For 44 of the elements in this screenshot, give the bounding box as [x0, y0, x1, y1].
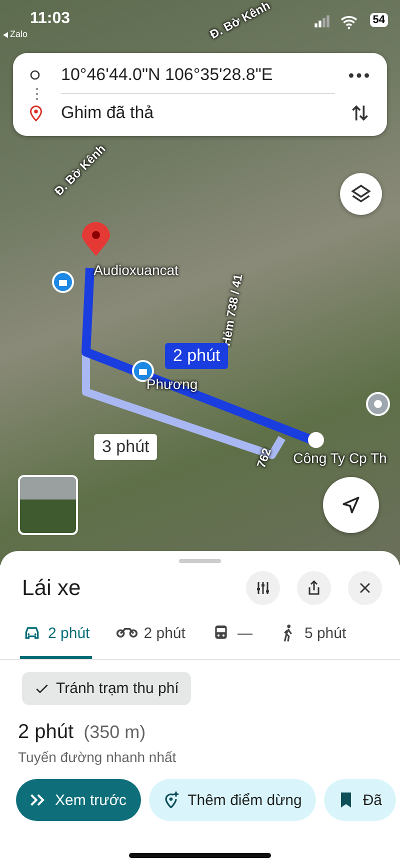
street-view-photo-placeholder[interactable] — [18, 475, 78, 535]
travel-mode-tab[interactable]: 5 phút — [276, 623, 348, 659]
action-button[interactable]: Đã — [324, 779, 396, 821]
travel-mode-tab[interactable]: 2 phút — [20, 623, 92, 659]
back-to-app-link[interactable]: Zalo — [10, 29, 28, 39]
destination-dot — [308, 432, 324, 448]
action-button[interactable]: Xem trước — [16, 779, 141, 821]
avoid-tolls-chip[interactable]: Tránh trạm thu phí — [22, 672, 191, 705]
street-label: 762 — [254, 446, 274, 470]
battery-level: 54 — [370, 13, 388, 27]
travel-mode-tab[interactable]: 2 phút — [114, 623, 188, 659]
street-label: Đ. Bờ Kênh — [208, 0, 272, 42]
sliders-icon — [254, 579, 272, 597]
route-time-label[interactable]: 3 phút — [94, 434, 158, 460]
navigation-arrow-icon — [340, 494, 362, 516]
status-time: 11:03 — [30, 10, 70, 28]
close-button[interactable] — [348, 571, 382, 605]
travel-mode-tab[interactable]: — — [209, 623, 254, 659]
dotted-connector — [36, 88, 38, 100]
layers-icon — [350, 183, 372, 205]
place-label: Audioxuancat — [94, 262, 178, 278]
location-button[interactable] — [323, 477, 379, 533]
wifi-icon — [340, 13, 358, 31]
origin-field[interactable]: 10°46'44.0"N 106°35'28.8"E — [61, 65, 335, 85]
signal-icon — [314, 14, 330, 30]
shop-marker-icon — [52, 271, 74, 293]
motorbike-icon — [116, 627, 138, 639]
options-button[interactable] — [246, 571, 280, 605]
sheet-title: Lái xe — [22, 575, 82, 601]
back-triangle-icon — [3, 32, 8, 38]
route-duration: 2 phút — [18, 721, 74, 744]
share-button[interactable] — [297, 571, 331, 605]
place-label: Phương — [146, 376, 198, 392]
action-button[interactable]: Thêm điểm dừng — [148, 779, 316, 821]
layers-button[interactable] — [340, 173, 382, 215]
destination-field[interactable]: Ghim đã thả — [61, 103, 335, 123]
more-icon — [349, 72, 369, 78]
drag-handle[interactable] — [179, 559, 221, 563]
place-marker-icon — [366, 392, 390, 416]
dropped-pin-icon — [82, 222, 110, 256]
destination-pin-icon — [27, 104, 45, 122]
route-distance: (350 m) — [84, 722, 146, 743]
route-summary: Tuyến đường nhanh nhất — [17, 748, 178, 765]
place-label: Công Ty Cp Th — [293, 450, 387, 466]
